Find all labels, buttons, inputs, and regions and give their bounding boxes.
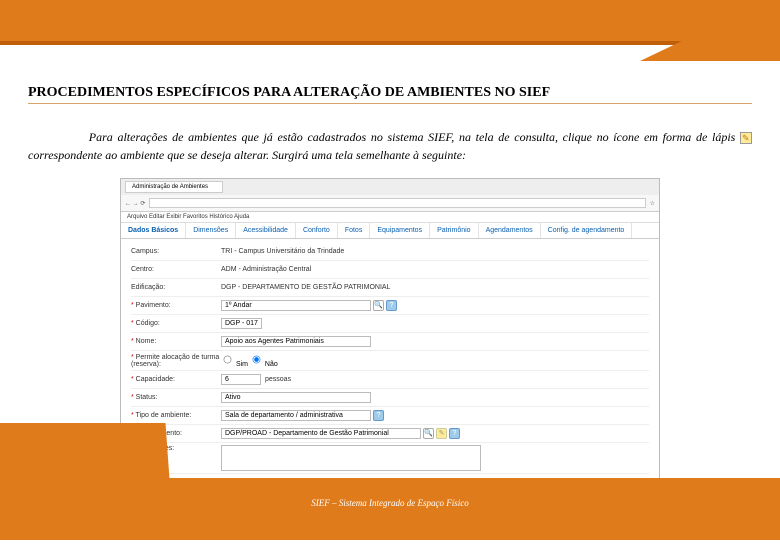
tab-conforto[interactable]: Conforto bbox=[296, 223, 338, 238]
value-centro: ADM - Administração Central bbox=[221, 266, 311, 273]
footer-text: SIEF – Sistema Integrado de Espaço Físic… bbox=[0, 498, 780, 508]
row-capacidade: Capacidade: 6 pessoas bbox=[131, 373, 649, 389]
tab-fotos[interactable]: Fotos bbox=[338, 223, 371, 238]
row-edificacao: Edificação: DGP - DEPARTAMENTO DE GESTÃO… bbox=[131, 281, 649, 297]
embedded-screenshot: Administração de Ambientes ← → ⟳ ☆ Arqui… bbox=[120, 178, 660, 524]
label-capacidade: Capacidade: bbox=[131, 376, 221, 383]
tab-patrimonio[interactable]: Patrimônio bbox=[430, 223, 478, 238]
label-permite: Permite alocação de turma (reserva): bbox=[131, 354, 221, 368]
help-icon[interactable]: ? bbox=[386, 300, 397, 311]
tab-dimensoes[interactable]: Dimensões bbox=[186, 223, 236, 238]
help-icon[interactable]: ? bbox=[449, 428, 460, 439]
input-capacidade[interactable]: 6 bbox=[221, 374, 261, 385]
intro-text-2: correspondente ao ambiente que se deseja… bbox=[28, 148, 466, 162]
intro-paragraph: Para alterações de ambientes que já estã… bbox=[28, 128, 752, 164]
row-depto: Departamento: DGP/PROAD - Departamento d… bbox=[131, 427, 649, 443]
top-banner bbox=[0, 0, 780, 45]
row-tipo: Tipo de ambiente: Sala de departamento /… bbox=[131, 409, 649, 425]
browser-tab[interactable]: Administração de Ambientes bbox=[125, 181, 223, 193]
label-status: Status: bbox=[131, 394, 221, 401]
tab-agendamentos[interactable]: Agendamentos bbox=[479, 223, 541, 238]
select-tipo[interactable]: Sala de departamento / administrativa bbox=[221, 410, 371, 421]
row-obs: Observações: bbox=[131, 445, 649, 474]
tab-equipamentos[interactable]: Equipamentos bbox=[370, 223, 430, 238]
row-codigo: Código: DGP - 017 bbox=[131, 317, 649, 333]
label-pavimento: Pavimento: bbox=[131, 302, 221, 309]
row-centro: Centro: ADM - Administração Central bbox=[131, 263, 649, 279]
radio-sim[interactable]: Sim bbox=[221, 353, 248, 368]
value-edif: DGP - DEPARTAMENTO DE GESTÃO PATRIMONIAL bbox=[221, 284, 390, 291]
label-nome: Nome: bbox=[131, 338, 221, 345]
select-status[interactable]: Ativo bbox=[221, 392, 371, 403]
radio-nao[interactable]: Não bbox=[250, 353, 278, 368]
browser-menubar[interactable]: Arquivo Editar Exibir Favoritos Históric… bbox=[121, 212, 659, 223]
label-campus: Campus: bbox=[131, 248, 221, 255]
input-codigo[interactable]: DGP - 017 bbox=[221, 318, 262, 329]
browser-tab-strip: Administração de Ambientes bbox=[121, 179, 659, 195]
label-codigo: Código: bbox=[131, 320, 221, 327]
tab-config-agend[interactable]: Config. de agendamento bbox=[541, 223, 633, 238]
help-icon[interactable]: ? bbox=[373, 410, 384, 421]
row-status: Status: Ativo bbox=[131, 391, 649, 407]
tab-dados-basicos[interactable]: Dados Básicos bbox=[121, 223, 186, 238]
address-input[interactable] bbox=[149, 198, 645, 208]
intro-text-1: no sistema SIEF, na tela de consulta, cl… bbox=[366, 130, 740, 144]
label-edif: Edificação: bbox=[131, 284, 221, 291]
textarea-obs[interactable] bbox=[221, 445, 481, 471]
browser-toolbar: ← → ⟳ ☆ bbox=[121, 195, 659, 212]
input-nome[interactable]: Apoio aos Agentes Patrimoniais bbox=[221, 336, 371, 347]
label-tipo: Tipo de ambiente: bbox=[131, 412, 221, 419]
pencil-icon[interactable]: ✎ bbox=[436, 428, 447, 439]
row-nome: Nome: Apoio aos Agentes Patrimoniais bbox=[131, 335, 649, 351]
tab-acessibilidade[interactable]: Acessibilidade bbox=[236, 223, 296, 238]
bottom-banner bbox=[0, 478, 780, 540]
form-area: Campus: TRI - Campus Universitário da Tr… bbox=[121, 239, 659, 509]
page-title: PROCEDIMENTOS ESPECÍFICOS PARA ALTERAÇÃO… bbox=[28, 85, 752, 104]
intro-emph: Para alterações de ambientes que já estã… bbox=[89, 130, 366, 144]
nav-icons[interactable]: ← → ⟳ bbox=[125, 200, 145, 207]
pencil-icon bbox=[740, 132, 752, 144]
cap-unit: pessoas bbox=[265, 376, 291, 383]
search-icon[interactable]: 🔍 bbox=[373, 300, 384, 311]
star-icon[interactable]: ☆ bbox=[650, 200, 655, 207]
value-campus: TRI - Campus Universitário da Trindade bbox=[221, 248, 344, 255]
search-icon[interactable]: 🔍 bbox=[423, 428, 434, 439]
label-centro: Centro: bbox=[131, 266, 221, 273]
row-permite: Permite alocação de turma (reserva): Sim… bbox=[131, 353, 649, 371]
row-campus: Campus: TRI - Campus Universitário da Tr… bbox=[131, 245, 649, 261]
select-pavimento[interactable]: 1º Andar bbox=[221, 300, 371, 311]
app-tab-strip: Dados Básicos Dimensões Acessibilidade C… bbox=[121, 223, 659, 239]
row-pavimento: Pavimento: 1º Andar 🔍 ? bbox=[131, 299, 649, 315]
input-depto[interactable]: DGP/PROAD - Departamento de Gestão Patri… bbox=[221, 428, 421, 439]
